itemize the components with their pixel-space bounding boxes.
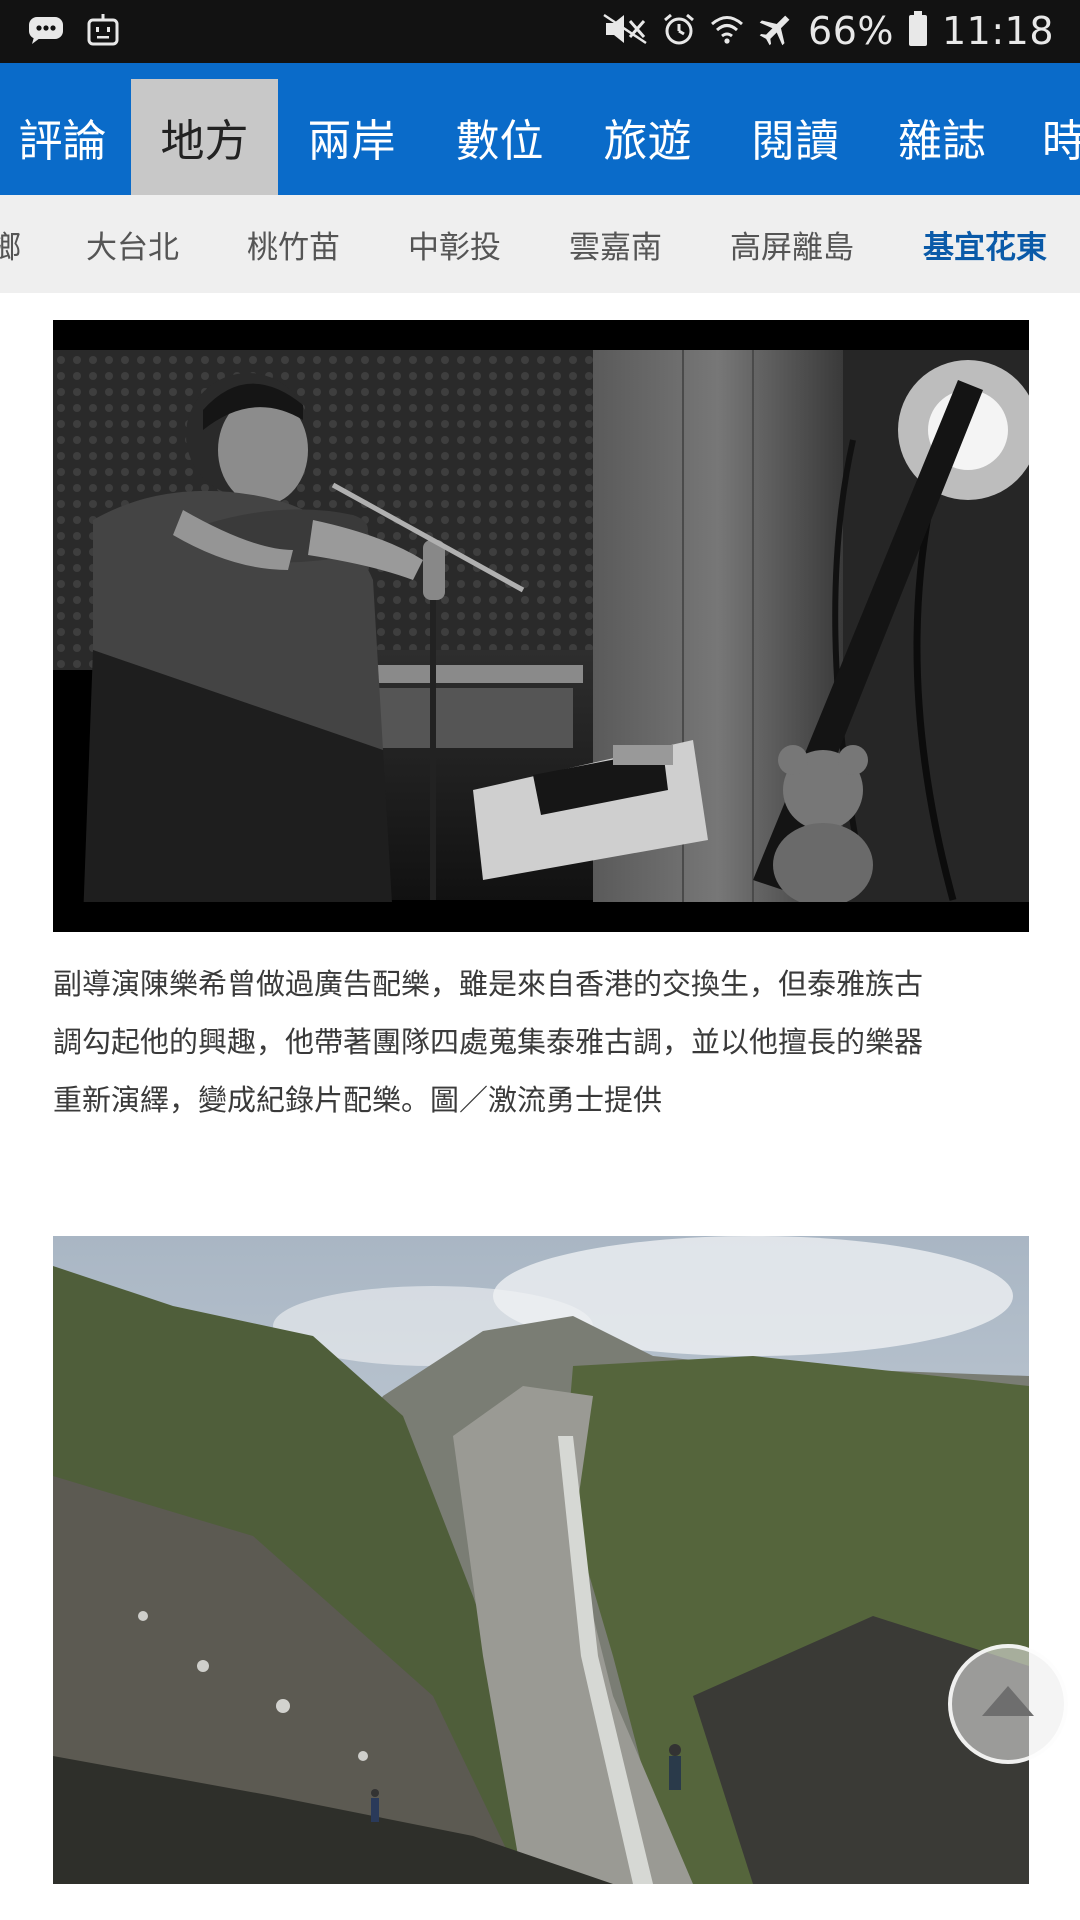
- sub-nav-item-partial[interactable]: 鄉: [0, 195, 21, 293]
- sub-nav-item-taichung-changhua-nantou[interactable]: 中彰投: [408, 195, 501, 293]
- region-sub-nav: 鄉 大台北 桃竹苗 中彰投 雲嘉南 高屏離島 基宜花東: [0, 195, 1080, 293]
- wifi-icon: [710, 13, 744, 49]
- caption-line: 副導演陳樂希曾做過廣告配樂，雖是來自香港的交換生，但泰雅族古: [53, 967, 924, 1001]
- photo-caption: 副導演陳樂希曾做過廣告配樂，雖是來自香港的交換生，但泰雅族古 調勾起他的興趣，他…: [53, 955, 1033, 1129]
- tab-reading[interactable]: 閱讀: [722, 79, 868, 195]
- chevron-up-icon: [978, 1682, 1038, 1726]
- sub-nav-item-kaohsiung-pingtung-islands[interactable]: 高屏離島: [730, 195, 854, 293]
- robot-icon: [86, 13, 120, 51]
- airplane-icon: [758, 11, 794, 51]
- chat-bubble-icon: [28, 15, 64, 49]
- battery-icon: [908, 11, 928, 51]
- tab-review[interactable]: 評論: [0, 79, 125, 195]
- sub-nav-item-yunlin-chiayi-tainan[interactable]: 雲嘉南: [569, 195, 662, 293]
- status-bar: 66% 11:18: [0, 0, 1080, 63]
- sub-nav-item-greater-taipei[interactable]: 大台北: [86, 195, 179, 293]
- tab-cross-strait[interactable]: 兩岸: [280, 79, 423, 195]
- article-photo-studio: [53, 320, 1029, 932]
- tab-next-partial[interactable]: 時: [1016, 79, 1080, 195]
- sub-nav-item-taoyuan-hsinchu-miaoli[interactable]: 桃竹苗: [247, 195, 340, 293]
- main-category-nav: 評論 地方 兩岸 數位 旅遊 閱讀 雜誌 時: [0, 63, 1080, 195]
- battery-percent: 66%: [808, 9, 894, 53]
- sub-nav-item-keelung-yilan-hualien-taitung[interactable]: 基宜花東: [923, 195, 1047, 293]
- tab-magazine[interactable]: 雜誌: [870, 79, 1014, 195]
- caption-line: 重新演繹，變成紀錄片配樂。圖／激流勇士提供: [53, 1083, 663, 1117]
- mute-icon: [602, 13, 648, 49]
- caption-line: 調勾起他的興趣，他帶著團隊四處蒐集泰雅古調，並以他擅長的樂器: [53, 1025, 924, 1059]
- scroll-to-top-button[interactable]: [948, 1644, 1068, 1764]
- alarm-icon: [662, 12, 696, 50]
- clock: 11:18: [941, 9, 1054, 53]
- article-photo-mountain: [53, 1236, 1029, 1884]
- tab-digital[interactable]: 數位: [427, 79, 572, 195]
- tab-travel[interactable]: 旅遊: [575, 79, 720, 195]
- tab-local[interactable]: 地方: [131, 79, 278, 195]
